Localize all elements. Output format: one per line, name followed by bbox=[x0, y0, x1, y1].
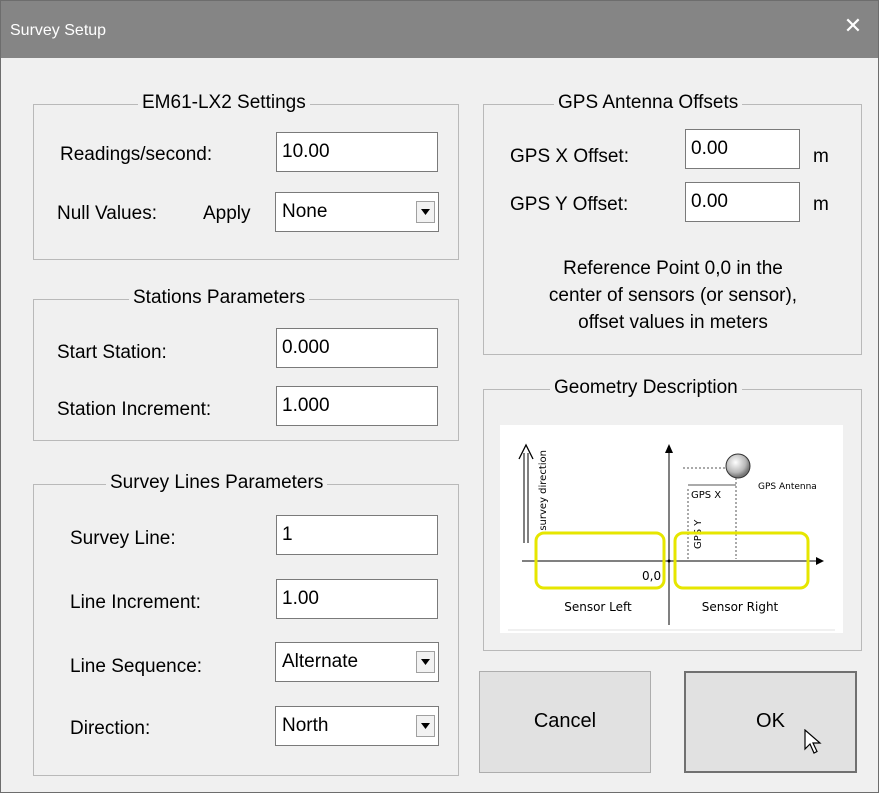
window-title: Survey Setup bbox=[10, 22, 107, 39]
gps-x-offset-input[interactable] bbox=[685, 129, 800, 169]
survey-line-input[interactable] bbox=[276, 515, 438, 555]
ok-button-label: OK bbox=[756, 710, 785, 732]
line-increment-input[interactable] bbox=[276, 579, 438, 619]
gps-x-text: GPS X bbox=[691, 490, 721, 501]
gps-y-offset-input[interactable] bbox=[685, 182, 800, 222]
line-sequence-label: Line Sequence: bbox=[70, 656, 203, 677]
start-station-label: Start Station: bbox=[57, 342, 167, 363]
gps-offsets-legend: GPS Antenna Offsets bbox=[554, 91, 743, 115]
null-values-label: Null Values: bbox=[57, 203, 157, 224]
origin-text: 0,0 bbox=[642, 569, 661, 583]
reference-note-line2: center of sensors (or sensor), bbox=[548, 285, 798, 306]
readings-per-second-label: Readings/second: bbox=[60, 144, 213, 165]
start-station-input[interactable] bbox=[276, 328, 438, 368]
y-axis-arrowhead bbox=[665, 444, 673, 453]
survey-direction-arrowhead bbox=[518, 443, 534, 460]
reference-note-line1: Reference Point 0,0 in the bbox=[563, 258, 783, 279]
sensor-right-text: Sensor Right bbox=[702, 600, 779, 614]
gps-antenna-text: GPS Antenna bbox=[758, 482, 817, 492]
gps-x-unit: m bbox=[813, 146, 829, 167]
geometry-diagram: survey direction GPS X GPS Y GPS Antenna… bbox=[500, 425, 843, 633]
survey-direction-text: survey direction bbox=[538, 450, 549, 531]
gps-y-unit: m bbox=[813, 194, 829, 215]
station-increment-input[interactable] bbox=[276, 386, 438, 426]
direction-select[interactable]: North bbox=[275, 706, 439, 746]
gps-y-offset-label: GPS Y Offset: bbox=[510, 194, 629, 215]
line-sequence-selected: Alternate bbox=[282, 651, 359, 672]
cancel-button-label: Cancel bbox=[533, 710, 597, 732]
chevron-down-icon[interactable] bbox=[416, 201, 435, 223]
readings-per-second-input[interactable] bbox=[276, 132, 438, 172]
stations-parameters-legend: Stations Parameters bbox=[129, 286, 310, 310]
title-bar: Survey Setup ✕ bbox=[1, 1, 878, 58]
gps-antenna-icon bbox=[725, 453, 751, 479]
ok-button[interactable]: OK bbox=[684, 671, 857, 773]
reference-note-line3: offset values in meters bbox=[578, 312, 768, 333]
apply-label: Apply bbox=[203, 203, 251, 224]
null-values-selected: None bbox=[282, 201, 328, 222]
mouse-cursor-icon bbox=[804, 729, 822, 754]
reference-point-note: Reference Point 0,0 in the center of sen… bbox=[493, 255, 853, 336]
survey-line-label: Survey Line: bbox=[70, 528, 176, 549]
cancel-button[interactable]: Cancel bbox=[479, 671, 651, 773]
geometry-legend: Geometry Description bbox=[550, 376, 742, 400]
direction-label: Direction: bbox=[70, 718, 151, 739]
line-increment-label: Line Increment: bbox=[70, 592, 201, 613]
chevron-down-icon[interactable] bbox=[416, 651, 435, 673]
direction-selected: North bbox=[282, 715, 329, 736]
origin-point bbox=[667, 559, 671, 563]
gps-x-offset-label: GPS X Offset: bbox=[510, 146, 629, 167]
chevron-down-icon[interactable] bbox=[416, 715, 435, 737]
survey-lines-legend: Survey Lines Parameters bbox=[106, 471, 328, 495]
x-axis-arrowhead bbox=[816, 557, 824, 565]
close-icon[interactable]: ✕ bbox=[842, 15, 864, 37]
geometry-diagram-svg: survey direction GPS X GPS Y GPS Antenna… bbox=[508, 443, 835, 631]
null-values-select[interactable]: None bbox=[275, 192, 439, 232]
line-sequence-select[interactable]: Alternate bbox=[275, 642, 439, 682]
sensor-left-text: Sensor Left bbox=[564, 600, 632, 614]
survey-setup-dialog: Survey Setup ✕ EM61-LX2 Settings Reading… bbox=[0, 0, 879, 793]
em61-settings-legend: EM61-LX2 Settings bbox=[138, 91, 310, 115]
em61-settings-group: EM61-LX2 Settings bbox=[33, 91, 459, 260]
station-increment-label: Station Increment: bbox=[57, 399, 212, 420]
